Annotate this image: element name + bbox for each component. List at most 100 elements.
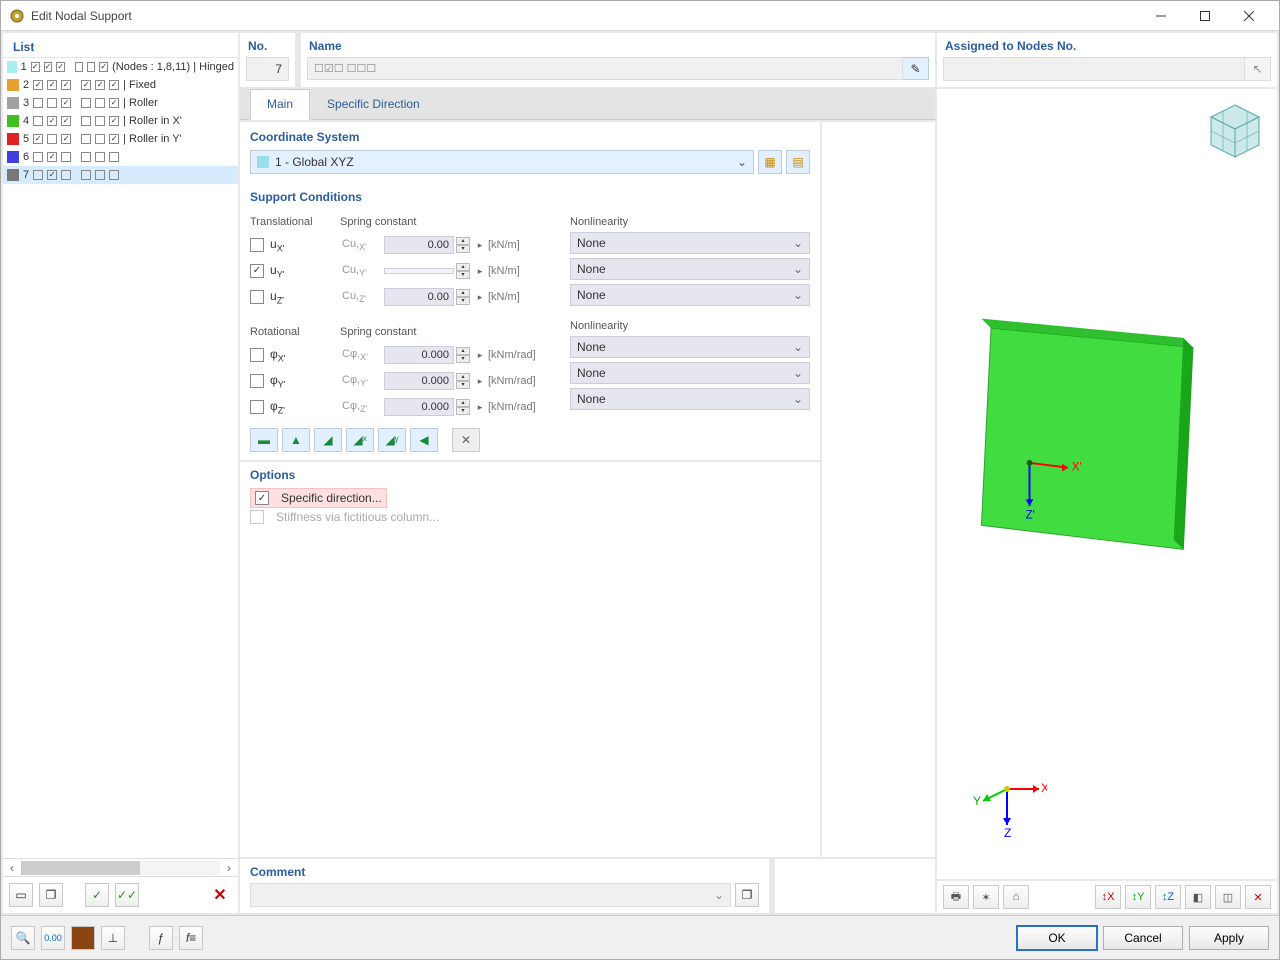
trans-0-menu[interactable]: ▸ xyxy=(474,240,486,251)
rot-2-menu[interactable]: ▸ xyxy=(474,402,486,413)
rot-0-spinner[interactable]: ▴▾ xyxy=(456,347,470,363)
stiffness-column-checkbox xyxy=(250,510,264,524)
units-button[interactable]: 0.00 xyxy=(41,926,65,950)
nonlinearity-uy-select[interactable]: None⌄ xyxy=(570,258,810,280)
scroll-thumb[interactable] xyxy=(21,861,140,875)
view-persp-button[interactable]: ◫ xyxy=(1215,885,1241,909)
rot-0-value[interactable]: 0.000 xyxy=(384,346,454,364)
support-list[interactable]: 1(Nodes : 1,8,11) | Hinged2| Fixed3| Rol… xyxy=(3,58,238,858)
list-item[interactable]: 2| Fixed xyxy=(3,76,238,94)
preset-roller-x-icon[interactable]: ◢ˣ xyxy=(346,428,374,452)
help-button[interactable]: 🔍 xyxy=(11,926,35,950)
svg-text:Z: Z xyxy=(1004,826,1011,839)
ok-button[interactable]: OK xyxy=(1017,926,1097,950)
nonlinearity-ux-select[interactable]: None⌄ xyxy=(570,232,810,254)
list-item[interactable]: 6 xyxy=(3,148,238,166)
view-z-button[interactable]: ↕Z xyxy=(1155,885,1181,909)
view-iso-button[interactable]: ◧ xyxy=(1185,885,1211,909)
check-green-button[interactable]: ✓ xyxy=(85,883,109,907)
axis-toggle-button[interactable]: ✶ xyxy=(973,885,999,909)
view-x-button[interactable]: ↕X xyxy=(1095,885,1121,909)
rot-2-checkbox[interactable] xyxy=(250,400,264,414)
trans-0-spinner[interactable]: ▴▾ xyxy=(456,237,470,253)
script-button[interactable]: ƒ xyxy=(149,926,173,950)
trans-2-spinner[interactable]: ▴▾ xyxy=(456,289,470,305)
nonlinearity-rz-select[interactable]: None⌄ xyxy=(570,388,810,410)
comment-library-button[interactable]: ❐ xyxy=(735,883,759,907)
apply-button[interactable]: Apply xyxy=(1189,926,1269,950)
nonlinearity-ry-select[interactable]: None⌄ xyxy=(570,362,810,384)
cs-new-button[interactable]: ▦ xyxy=(758,150,782,174)
chevron-down-icon: ⌄ xyxy=(737,155,747,169)
rot-1-spinner[interactable]: ▴▾ xyxy=(456,373,470,389)
check-list-button[interactable]: ✓✓ xyxy=(115,883,139,907)
trans-0-checkbox[interactable] xyxy=(250,238,264,252)
trans-2-value[interactable]: 0.00 xyxy=(384,288,454,306)
function-button[interactable]: f≡ xyxy=(179,926,203,950)
view-reset-button[interactable]: ⌂ xyxy=(1003,885,1029,909)
list-scrollbar[interactable]: ‹ › xyxy=(3,858,238,876)
trans-1-spinner: ▴▾ xyxy=(456,263,470,279)
nonlinearity-rx-select[interactable]: None⌄ xyxy=(570,336,810,358)
comment-field[interactable]: ⌄ xyxy=(250,883,731,907)
color-button[interactable] xyxy=(71,926,95,950)
trans-1-checkbox[interactable] xyxy=(250,264,264,278)
preset-wall-icon[interactable]: ◀ xyxy=(410,428,438,452)
assigned-nodes-field[interactable] xyxy=(943,57,1245,81)
preset-roller-y-icon[interactable]: ◢ʸ xyxy=(378,428,406,452)
preset-free-icon[interactable]: ✕ xyxy=(452,428,480,452)
chevron-down-icon: ⌄ xyxy=(714,888,724,902)
trans-1-value xyxy=(384,268,454,274)
trans-0-value[interactable]: 0.00 xyxy=(384,236,454,254)
delete-button[interactable]: ✕ xyxy=(208,883,232,907)
cs-edit-button[interactable]: ▤ xyxy=(786,150,810,174)
scroll-right-icon[interactable]: › xyxy=(220,861,238,875)
option-specific-direction[interactable]: Specific direction... xyxy=(250,488,387,508)
new-item-button[interactable]: ▭ xyxy=(9,883,33,907)
rot-1-menu[interactable]: ▸ xyxy=(474,376,486,387)
option-stiffness-column: Stiffness via fictitious column... xyxy=(250,508,810,526)
close-button[interactable] xyxy=(1227,1,1271,31)
print-preview-button[interactable]: 🖶 xyxy=(943,885,969,909)
rot-0-menu[interactable]: ▸ xyxy=(474,350,486,361)
trans-2-checkbox[interactable] xyxy=(250,290,264,304)
axis-button[interactable]: ⊥ xyxy=(101,926,125,950)
support-conditions-title: Support Conditions xyxy=(250,190,810,204)
preset-roller-icon[interactable]: ◢ xyxy=(314,428,342,452)
preview-viewport[interactable]: X' Z' X Y Z xyxy=(937,89,1277,879)
rot-0-checkbox[interactable] xyxy=(250,348,264,362)
rot-1-value[interactable]: 0.000 xyxy=(384,372,454,390)
no-field[interactable]: 7 xyxy=(246,57,289,81)
pick-nodes-button[interactable]: ↖ xyxy=(1245,57,1271,81)
copy-item-button[interactable]: ❐ xyxy=(39,883,63,907)
tab-specific-direction[interactable]: Specific Direction xyxy=(310,89,437,119)
rot-1-checkbox[interactable] xyxy=(250,374,264,388)
coordinate-system-select[interactable]: 1 - Global XYZ ⌄ xyxy=(250,150,754,174)
list-item[interactable]: 4| Roller in X' xyxy=(3,112,238,130)
maximize-button[interactable] xyxy=(1183,1,1227,31)
minimize-button[interactable] xyxy=(1139,1,1183,31)
nonlinearity-uz-select[interactable]: None⌄ xyxy=(570,284,810,306)
specific-direction-checkbox[interactable] xyxy=(255,491,269,505)
nonlinearity-label-1: Nonlinearity xyxy=(570,216,810,228)
iso-cube-icon xyxy=(1205,101,1265,161)
trans-2-menu[interactable]: ▸ xyxy=(474,292,486,303)
scroll-left-icon[interactable]: ‹ xyxy=(3,861,21,875)
view-y-button[interactable]: ↕Y xyxy=(1125,885,1151,909)
spring-label-2: Spring constant xyxy=(340,326,416,338)
rotational-label: Rotational xyxy=(250,326,340,338)
edit-name-button[interactable]: ✎ xyxy=(903,57,929,80)
rot-2-spinner[interactable]: ▴▾ xyxy=(456,399,470,415)
view-cancel-button[interactable]: ✕ xyxy=(1245,885,1271,909)
list-item[interactable]: 3| Roller xyxy=(3,94,238,112)
name-field[interactable]: ☐☑☐ ☐☐☐ xyxy=(307,57,903,80)
preset-hinged-icon[interactable]: ▬ xyxy=(250,428,278,452)
preset-fixed-icon[interactable]: ▲ xyxy=(282,428,310,452)
list-item[interactable]: 1(Nodes : 1,8,11) | Hinged xyxy=(3,58,238,76)
tab-main[interactable]: Main xyxy=(250,89,310,120)
list-item[interactable]: 7 xyxy=(3,166,238,184)
rot-2-value[interactable]: 0.000 xyxy=(384,398,454,416)
cancel-button[interactable]: Cancel xyxy=(1103,926,1183,950)
list-item[interactable]: 5| Roller in Y' xyxy=(3,130,238,148)
comment-title: Comment xyxy=(250,865,759,879)
